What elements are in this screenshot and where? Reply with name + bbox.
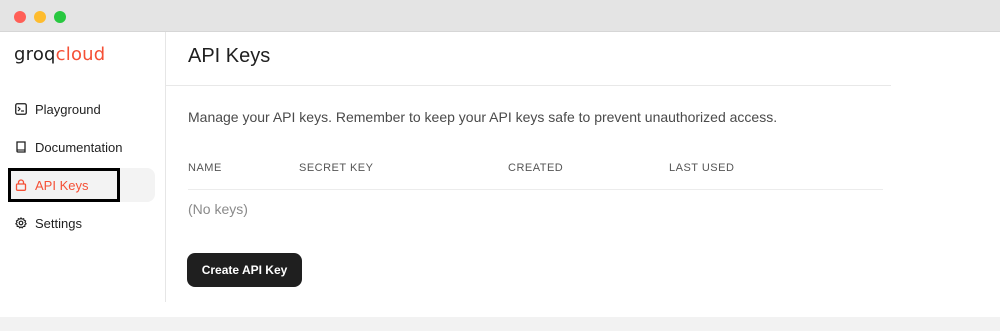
create-api-key-button[interactable]: Create API Key bbox=[187, 253, 302, 287]
sidebar-item-label: Playground bbox=[35, 101, 101, 117]
column-header-last-used: LAST USED bbox=[669, 162, 735, 174]
logo-text-groq: groq bbox=[14, 44, 56, 65]
lock-icon bbox=[15, 179, 27, 191]
sidebar-item-settings[interactable]: Settings bbox=[8, 206, 155, 240]
sidebar-item-documentation[interactable]: Documentation bbox=[8, 130, 155, 164]
page-title: API Keys bbox=[188, 45, 271, 67]
column-header-created: CREATED bbox=[508, 162, 564, 174]
gear-icon bbox=[15, 217, 27, 229]
empty-table-message: (No keys) bbox=[188, 201, 248, 217]
app-content: groq cloud Playground Documentation API … bbox=[0, 32, 1000, 317]
sidebar: groq cloud Playground Documentation API … bbox=[0, 32, 166, 302]
main-panel: API Keys Manage your API keys. Remember … bbox=[166, 32, 1000, 317]
minimize-window-button[interactable] bbox=[34, 11, 46, 23]
column-header-secret-key: SECRET KEY bbox=[299, 162, 374, 174]
groqcloud-logo[interactable]: groq cloud bbox=[14, 44, 105, 66]
close-window-button[interactable] bbox=[14, 11, 26, 23]
app-window: groq cloud Playground Documentation API … bbox=[0, 0, 1000, 331]
logo-text-cloud: cloud bbox=[55, 44, 106, 65]
title-bar bbox=[0, 0, 1000, 32]
column-header-name: NAME bbox=[188, 162, 222, 174]
sidebar-item-label: Documentation bbox=[35, 139, 123, 155]
sidebar-item-label: Settings bbox=[35, 215, 82, 231]
sidebar-item-playground[interactable]: Playground bbox=[8, 92, 155, 126]
api-keys-table-header: NAME SECRET KEY CREATED LAST USED bbox=[188, 162, 883, 190]
terminal-icon bbox=[15, 103, 27, 115]
sidebar-item-api-keys[interactable]: API Keys bbox=[8, 168, 155, 202]
divider bbox=[166, 85, 891, 86]
book-icon bbox=[15, 141, 27, 153]
maximize-window-button[interactable] bbox=[54, 11, 66, 23]
sidebar-item-label: API Keys bbox=[35, 177, 89, 193]
page-description: Manage your API keys. Remember to keep y… bbox=[188, 109, 778, 125]
